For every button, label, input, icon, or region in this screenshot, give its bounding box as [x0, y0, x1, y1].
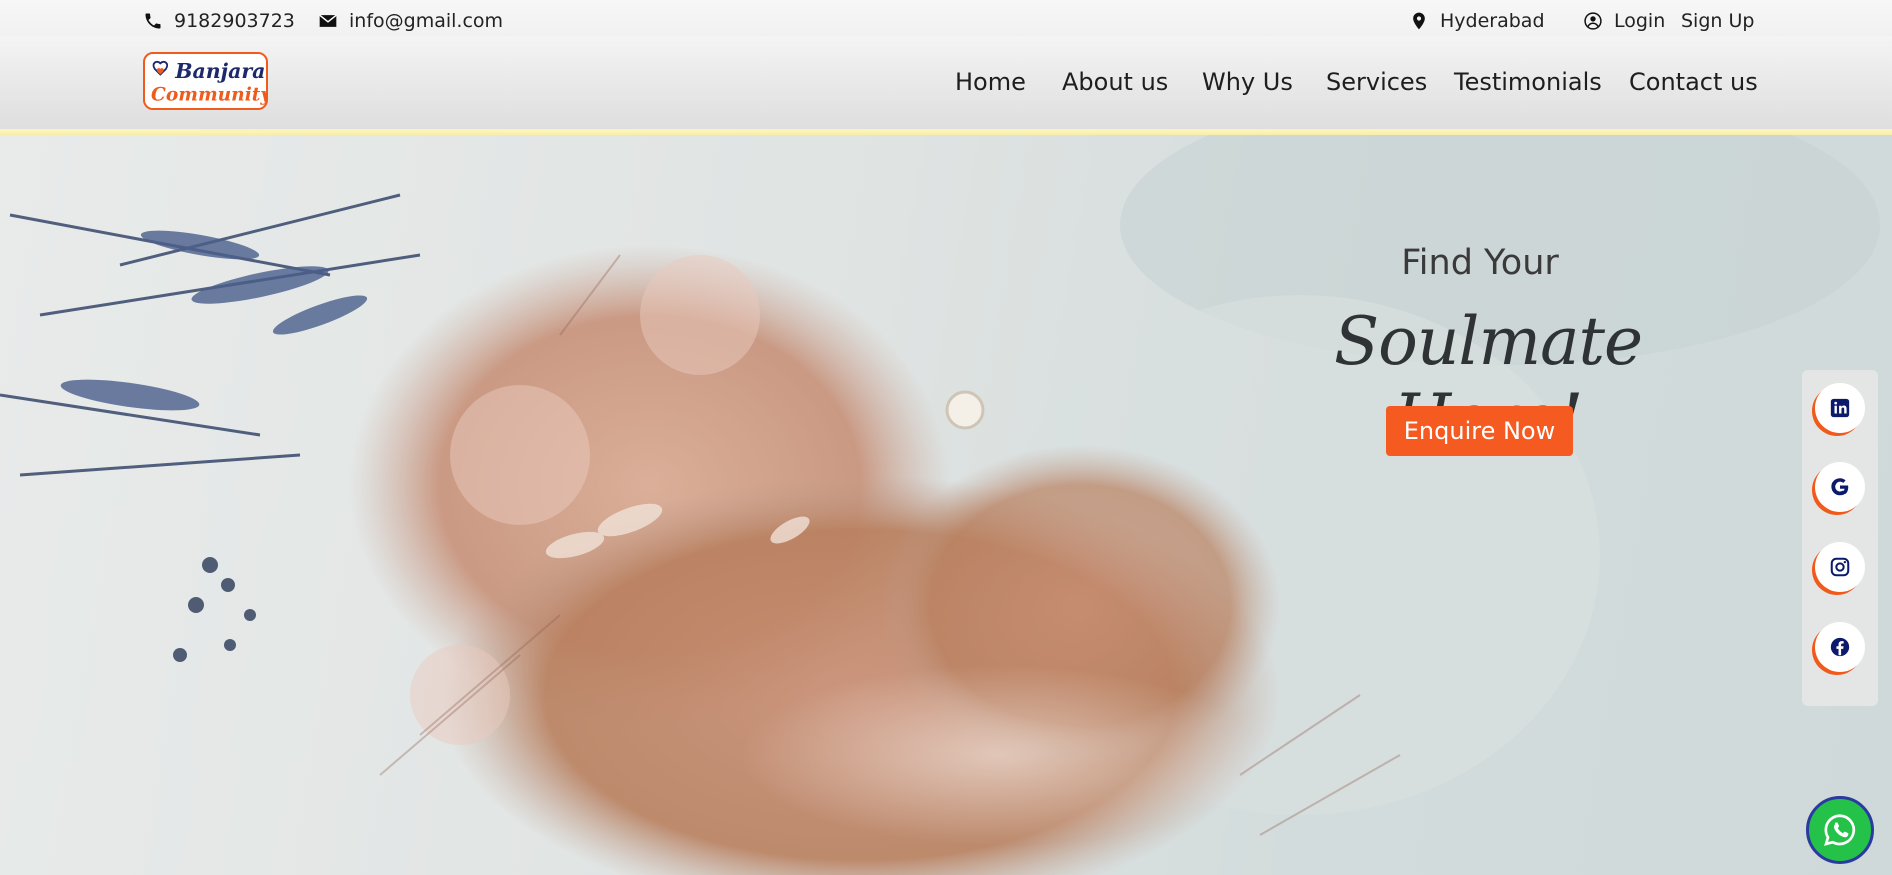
signup-link[interactable]: Sign Up — [1681, 10, 1754, 32]
linkedin-link[interactable] — [1815, 383, 1865, 433]
whatsapp-chat-button[interactable] — [1806, 796, 1874, 864]
signup-label: Sign Up — [1681, 10, 1755, 32]
mail-icon — [319, 14, 337, 27]
instagram-link[interactable] — [1815, 542, 1865, 592]
brand-logo[interactable]: Banjara Community — [143, 52, 268, 110]
nav-services[interactable]: Services — [1326, 68, 1427, 96]
email-contact[interactable]: info@gmail.com — [318, 10, 503, 32]
top-contact-bar: 9182903723 info@gmail.com Hyderabad Logi… — [0, 0, 1892, 36]
whatsapp-icon — [1824, 814, 1856, 846]
header-background — [0, 36, 1892, 130]
logo-text-community: Community — [151, 85, 266, 106]
hero-heading-line1: Find Your — [1401, 243, 1559, 283]
login-link[interactable]: Login — [1583, 10, 1665, 32]
email-address: info@gmail.com — [349, 10, 504, 32]
user-circle-icon — [1584, 12, 1602, 30]
hero-banner: Find Your Soulmate Here! Enquire Now — [0, 135, 1892, 875]
facebook-link[interactable] — [1815, 622, 1865, 672]
nav-home[interactable]: Home — [955, 68, 1026, 96]
enquire-now-button[interactable]: Enquire Now — [1386, 406, 1573, 456]
nav-about-us[interactable]: About us — [1062, 68, 1168, 96]
phone-number: 9182903723 — [174, 10, 295, 32]
facebook-icon — [1830, 637, 1850, 657]
login-label: Login — [1614, 10, 1666, 32]
location[interactable]: Hyderabad — [1409, 10, 1545, 32]
google-link[interactable] — [1815, 462, 1865, 512]
map-pin-icon — [1413, 12, 1425, 30]
city-name: Hyderabad — [1440, 10, 1545, 32]
linkedin-icon — [1830, 398, 1850, 418]
logo-text-banjara: Banjara — [174, 59, 265, 83]
nav-contact-us[interactable]: Contact us — [1629, 68, 1758, 96]
nav-testimonials[interactable]: Testimonials — [1454, 68, 1602, 96]
phone-contact[interactable]: 9182903723 — [143, 10, 295, 32]
instagram-icon — [1830, 557, 1850, 577]
google-icon — [1831, 478, 1849, 496]
nav-why-us[interactable]: Why Us — [1202, 68, 1293, 96]
logo-graphic: Banjara Community — [147, 54, 266, 108]
phone-icon — [145, 13, 161, 29]
